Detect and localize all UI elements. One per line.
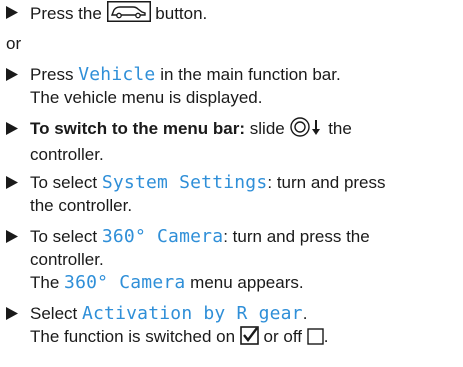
vehicle-button-icon: [106, 1, 151, 28]
or-separator: or: [6, 34, 22, 53]
step-text: Press: [30, 65, 74, 84]
controller-slide-down-icon: [289, 117, 323, 143]
step-text: the controller.: [30, 196, 133, 215]
step-press-vehicle-button: Press the button.: [6, 1, 457, 28]
keyword-360-camera: 360° Camera: [101, 226, 224, 247]
step-select-360-camera: To select 360° Camera: turn and press th…: [6, 225, 457, 294]
step-result: or off: [263, 327, 302, 346]
step-bullet-icon: [6, 225, 20, 248]
keyword-360-camera: 360° Camera: [64, 272, 186, 293]
step-text: To select: [30, 173, 98, 192]
step-switch-menu-bar: To switch to the menu bar: slide the con…: [6, 117, 457, 166]
step-result: .: [323, 327, 329, 346]
step-select-activation: Select Activation by R gear. The functio…: [6, 302, 457, 351]
step-text: the: [328, 119, 352, 138]
step-bold-heading: To switch to the menu bar:: [30, 119, 246, 138]
step-bullet-icon: [6, 63, 20, 86]
step-result: The vehicle menu is displayed.: [30, 88, 263, 107]
step-bullet-icon: [6, 171, 20, 194]
step-text: Select: [30, 304, 78, 323]
keyword-system-settings: System Settings: [101, 172, 268, 193]
checkbox-empty-icon: [307, 328, 324, 351]
step-bullet-icon: [6, 117, 20, 140]
step-text: in the main function bar.: [160, 65, 341, 84]
instruction-page: Press the button. or Press Vehicle in th…: [0, 0, 463, 367]
keyword-activation-by-r-gear: Activation by R gear: [81, 303, 303, 324]
step-text: .: [302, 304, 308, 323]
step-text: To select: [30, 227, 98, 246]
step-result: The: [30, 273, 60, 292]
step-text: controller.: [30, 250, 104, 269]
keyword-vehicle: Vehicle: [78, 64, 156, 85]
step-result: The function is switched on: [30, 327, 236, 346]
checkbox-checked-icon: [239, 326, 259, 351]
step-text: button.: [155, 4, 208, 23]
step-select-system-settings: To select System Settings: turn and pres…: [6, 171, 457, 217]
step-press-vehicle-menu: Press Vehicle in the main function bar. …: [6, 63, 457, 109]
step-text: : turn and press the: [223, 227, 370, 246]
step-result: menu appears.: [190, 273, 304, 292]
step-text: : turn and press: [267, 173, 386, 192]
step-text: controller.: [30, 145, 104, 164]
step-text: slide: [249, 119, 285, 138]
step-bullet-icon: [6, 302, 20, 325]
step-bullet-icon: [6, 1, 20, 24]
step-text: Press the: [30, 4, 102, 23]
